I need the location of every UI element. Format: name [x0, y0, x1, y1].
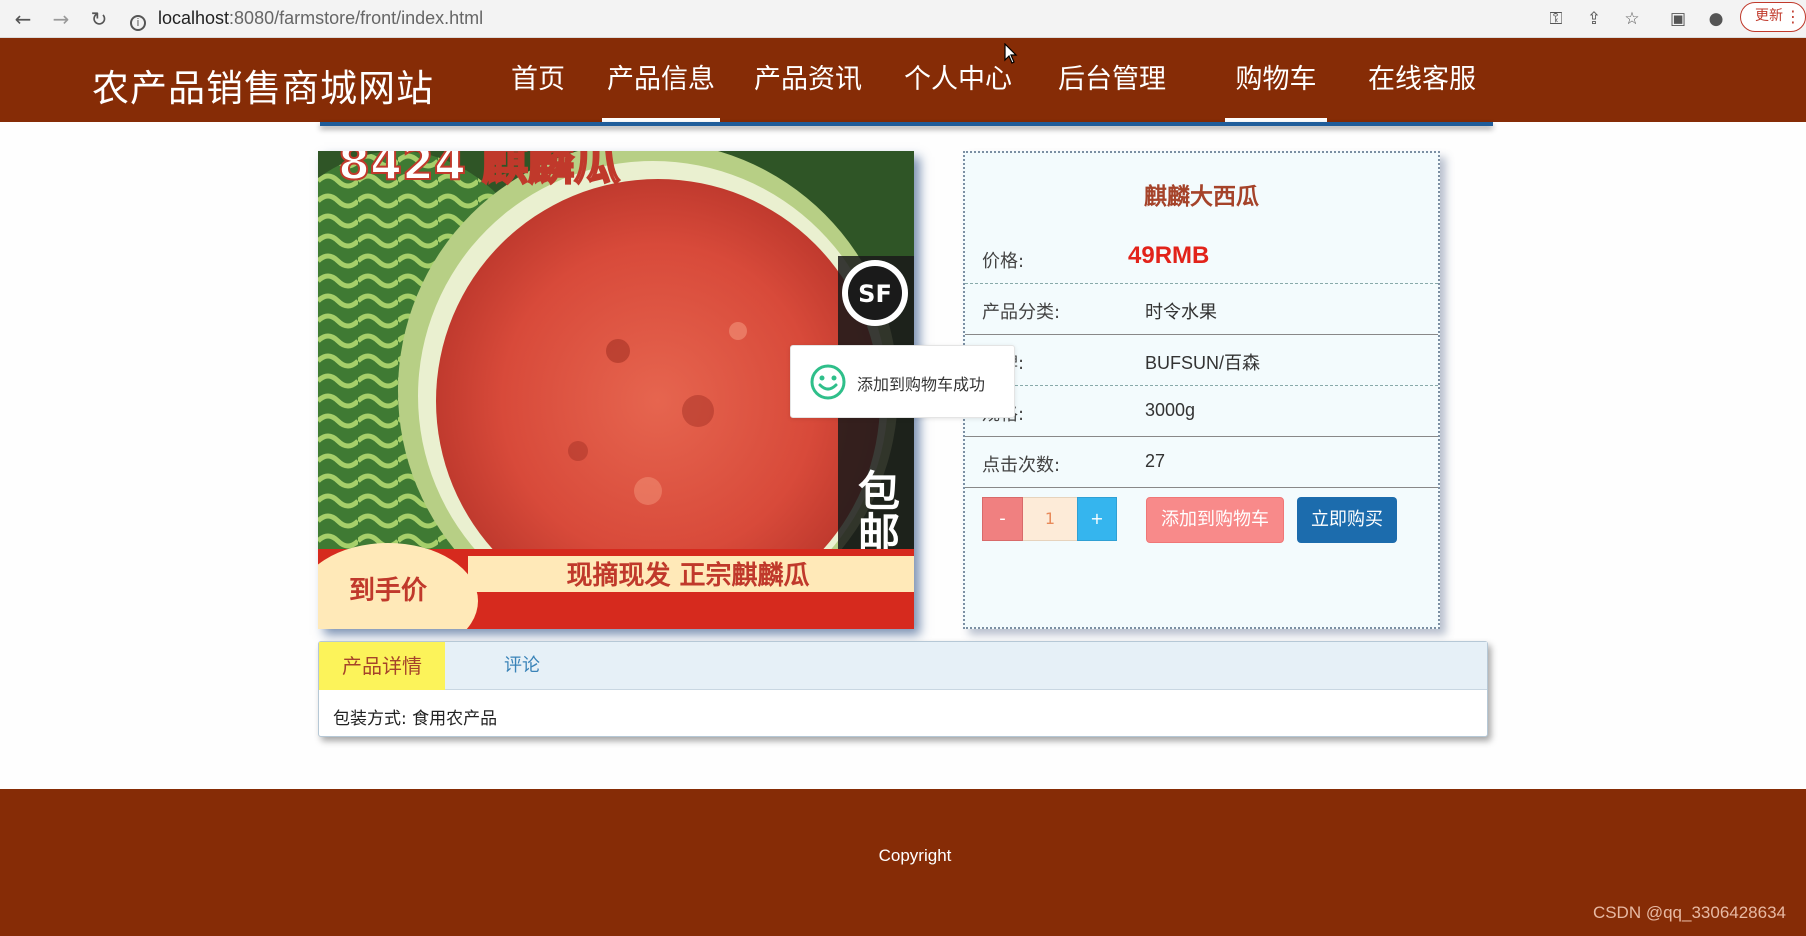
smile-icon: [810, 364, 846, 400]
price-row: 价格: 49RMB: [965, 233, 1438, 284]
nav-product-news[interactable]: 产品资讯: [752, 38, 864, 122]
price-tag-text: 到手价: [349, 576, 428, 606]
success-toast: 添加到购物车成功: [790, 345, 1015, 418]
back-icon[interactable]: ←: [10, 6, 36, 32]
product-tabs: 产品详情 评论 包装方式: 食用农产品: [318, 641, 1488, 737]
browser-toolbar: ← → ↻ i localhost:8080/farmstore/front/in…: [0, 0, 1806, 38]
forward-icon[interactable]: →: [48, 6, 74, 32]
nav-admin[interactable]: 后台管理: [1056, 38, 1168, 122]
address-bar[interactable]: i localhost:8080/farmstore/front/index.ht…: [130, 4, 1460, 32]
site-header: 农产品销售商城网站 首页 产品信息 产品资讯 个人中心 后台管理 购物车 在线客…: [0, 38, 1806, 122]
toast-message: 添加到购物车成功: [857, 375, 986, 394]
clicks-value: 27: [1145, 451, 1166, 471]
free-shipping-text: 包邮: [852, 469, 901, 553]
update-button[interactable]: 更新: [1740, 2, 1806, 32]
nav-cart[interactable]: 购物车: [1225, 38, 1327, 122]
sf-badge-text: SF: [858, 280, 892, 308]
nav-customer-service[interactable]: 在线客服: [1366, 38, 1478, 122]
tab-bar: 产品详情 评论: [319, 642, 1487, 690]
category-value: 时令水果: [1145, 302, 1217, 322]
url-path: :8080/farmstore/front/index.html: [229, 8, 484, 28]
clicks-label: 点击次数:: [982, 455, 1061, 476]
brand-value: BUFSUN/百森: [1145, 353, 1261, 373]
clicks-row: 点击次数: 27: [965, 437, 1438, 488]
reload-icon[interactable]: ↻: [86, 6, 112, 32]
spec-row: 规格: 3000g: [965, 386, 1438, 437]
tab-product-details[interactable]: 产品详情: [319, 642, 445, 690]
image-title-text: 8424 麒麟瓜: [338, 151, 620, 190]
brand-row: 品牌: BUFSUN/百森: [965, 335, 1438, 386]
buy-now-button[interactable]: 立即购买: [1297, 497, 1397, 543]
star-icon[interactable]: ☆: [1619, 6, 1645, 32]
nav-product-info[interactable]: 产品信息: [602, 38, 720, 122]
price-label: 价格:: [982, 251, 1025, 272]
url-host: localhost: [158, 8, 230, 28]
watermark-text: CSDN @qq_3306428634: [1592, 903, 1786, 922]
mouse-cursor-icon: [1004, 43, 1018, 64]
site-footer: Copyright CSDN @qq_3306428634: [0, 789, 1806, 936]
product-info-panel: 麒麟大西瓜 价格: 49RMB 产品分类: 时令水果 品牌: BUFSUN/百森…: [963, 151, 1440, 629]
spec-value: 3000g: [1145, 400, 1196, 420]
category-row: 产品分类: 时令水果: [965, 284, 1438, 335]
add-to-cart-button[interactable]: 添加到购物车: [1146, 497, 1284, 543]
copyright-text: Copyright: [878, 846, 952, 865]
header-divider: [320, 122, 1493, 126]
nav-personal-center[interactable]: 个人中心: [902, 38, 1014, 122]
tab-content: 包装方式: 食用农产品: [333, 709, 498, 729]
quantity-stepper: - 1 +: [982, 497, 1117, 541]
share-icon[interactable]: ⇪: [1581, 6, 1607, 32]
decrease-button[interactable]: -: [982, 497, 1023, 541]
banner-text: 现摘现发 正宗麒麟瓜: [566, 560, 809, 591]
increase-button[interactable]: +: [1077, 497, 1117, 541]
tab-comments[interactable]: 评论: [479, 642, 565, 690]
site-info-icon[interactable]: i: [130, 15, 146, 31]
price-value: 49RMB: [1128, 242, 1210, 269]
quantity-input[interactable]: 1: [1023, 497, 1077, 541]
key-icon[interactable]: ⚿: [1543, 6, 1569, 32]
site-title: 农产品销售商城网站: [92, 67, 434, 110]
profile-icon[interactable]: ●: [1703, 6, 1729, 32]
side-panel-icon[interactable]: ▣: [1665, 6, 1691, 32]
product-name: 麒麟大西瓜: [1144, 184, 1259, 210]
nav-home[interactable]: 首页: [510, 38, 566, 122]
category-label: 产品分类:: [982, 302, 1061, 323]
